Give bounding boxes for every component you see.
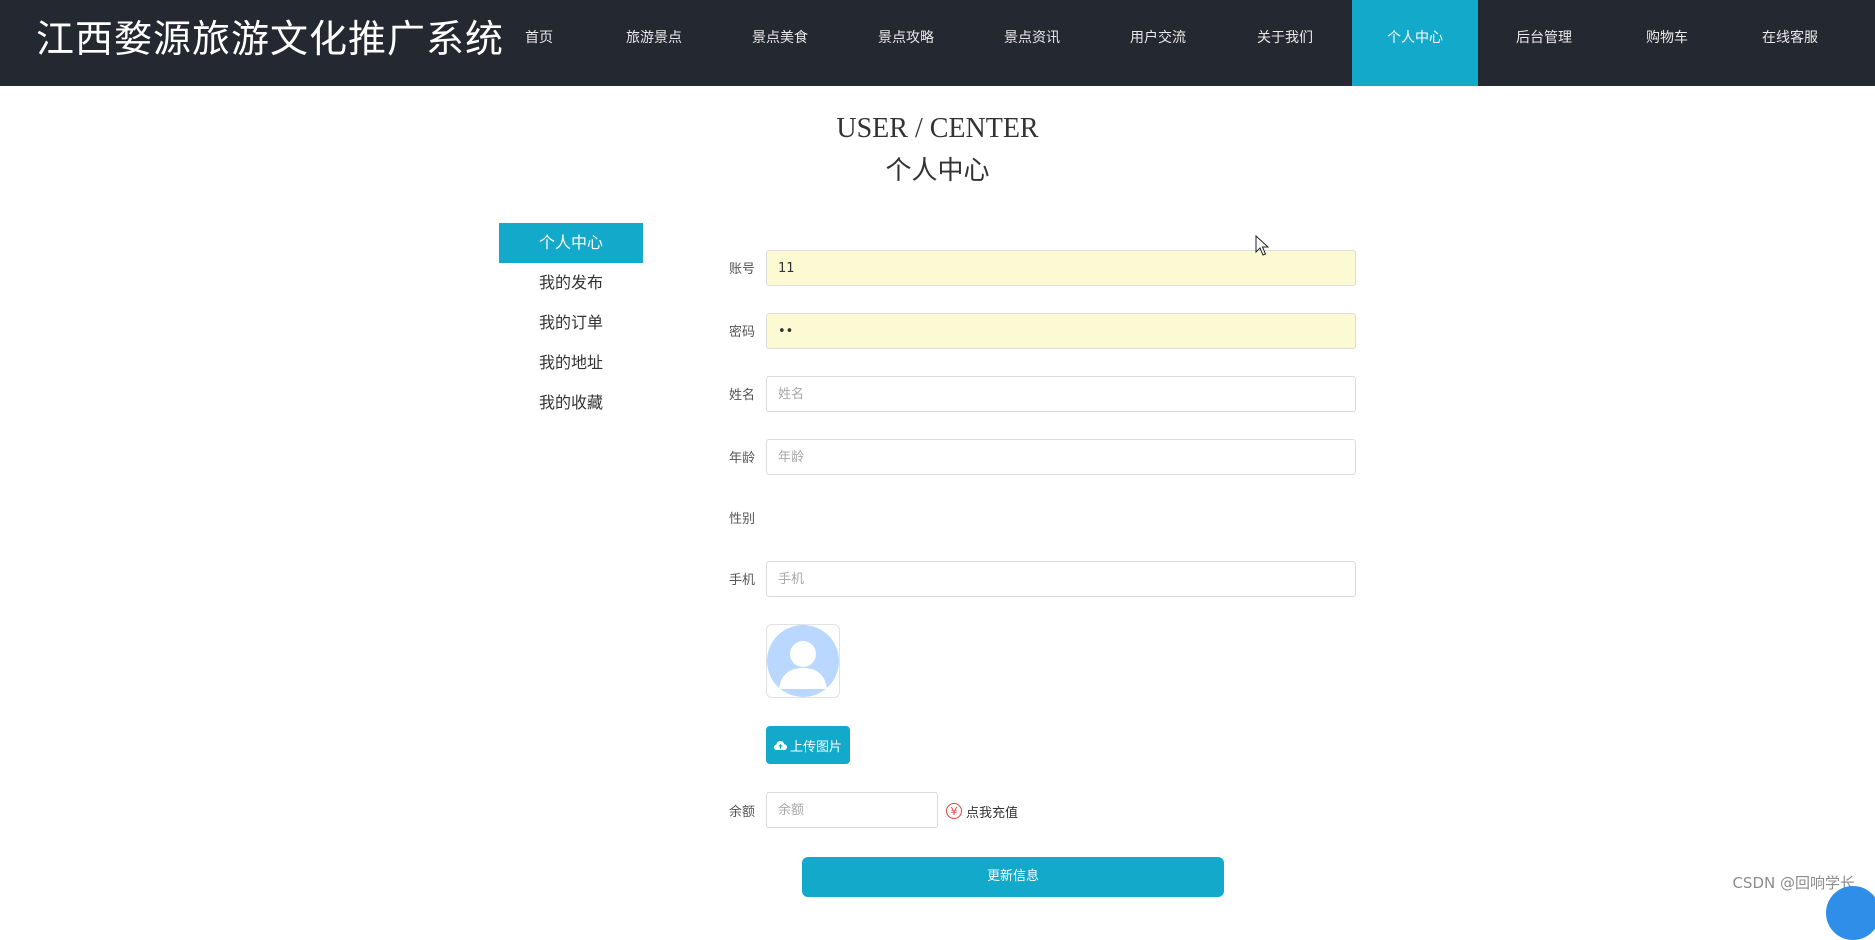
nav-item-admin[interactable]: 后台管理 xyxy=(1505,0,1583,86)
cloud-upload-icon xyxy=(773,740,787,750)
update-info-button[interactable]: 更新信息 xyxy=(802,857,1224,897)
upload-image-label: 上传图片 xyxy=(789,739,842,755)
nav-item-user-center[interactable]: 个人中心 xyxy=(1352,0,1478,86)
password-field[interactable] xyxy=(766,313,1356,349)
floating-chat-button[interactable] xyxy=(1826,886,1875,940)
side-item-my-address[interactable]: 我的地址 xyxy=(499,343,643,383)
side-item-my-orders[interactable]: 我的订单 xyxy=(499,303,643,343)
nav-item-guides[interactable]: 景点攻略 xyxy=(867,0,945,86)
recharge-link[interactable]: ¥ 点我充值 xyxy=(946,800,1018,822)
name-field[interactable] xyxy=(766,376,1356,412)
side-item-user-center[interactable]: 个人中心 xyxy=(499,223,643,263)
nav-item-food[interactable]: 景点美食 xyxy=(741,0,819,86)
account-label: 账号 xyxy=(728,262,755,277)
avatar-preview xyxy=(766,624,840,698)
phone-label: 手机 xyxy=(728,573,755,588)
gender-label: 性别 xyxy=(728,512,755,527)
phone-field[interactable] xyxy=(766,561,1356,597)
password-label: 密码 xyxy=(728,325,755,340)
recharge-label: 点我充值 xyxy=(966,805,1019,821)
age-label: 年龄 xyxy=(728,451,755,466)
mouse-cursor-icon xyxy=(1255,235,1269,256)
yen-icon: ¥ xyxy=(946,803,962,819)
age-field[interactable] xyxy=(766,439,1356,475)
user-avatar-icon xyxy=(767,625,839,697)
page-title-en: USER / CENTER xyxy=(836,113,1039,144)
name-label: 姓名 xyxy=(728,388,755,403)
balance-field[interactable] xyxy=(766,792,938,828)
nav-item-news[interactable]: 景点资讯 xyxy=(993,0,1071,86)
nav-item-support[interactable]: 在线客服 xyxy=(1751,0,1829,86)
side-item-my-posts[interactable]: 我的发布 xyxy=(499,263,643,303)
page-title-cn: 个人中心 xyxy=(885,156,990,186)
balance-label: 余额 xyxy=(728,805,755,820)
side-item-my-favorites[interactable]: 我的收藏 xyxy=(499,383,643,423)
nav-item-forum[interactable]: 用户交流 xyxy=(1119,0,1197,86)
upload-image-button[interactable]: 上传图片 xyxy=(766,726,850,764)
nav-item-about[interactable]: 关于我们 xyxy=(1246,0,1324,86)
nav-item-home[interactable]: 首页 xyxy=(500,0,578,86)
side-menu: 个人中心 我的发布 我的订单 我的地址 我的收藏 xyxy=(499,223,643,423)
top-navbar: 江西婺源旅游文化推广系统 首页 旅游景点 景点美食 景点攻略 景点资讯 用户交流… xyxy=(0,0,1875,86)
site-title: 江西婺源旅游文化推广系统 xyxy=(36,17,505,61)
nav-item-cart[interactable]: 购物车 xyxy=(1628,0,1706,86)
nav-item-attractions[interactable]: 旅游景点 xyxy=(615,0,693,86)
